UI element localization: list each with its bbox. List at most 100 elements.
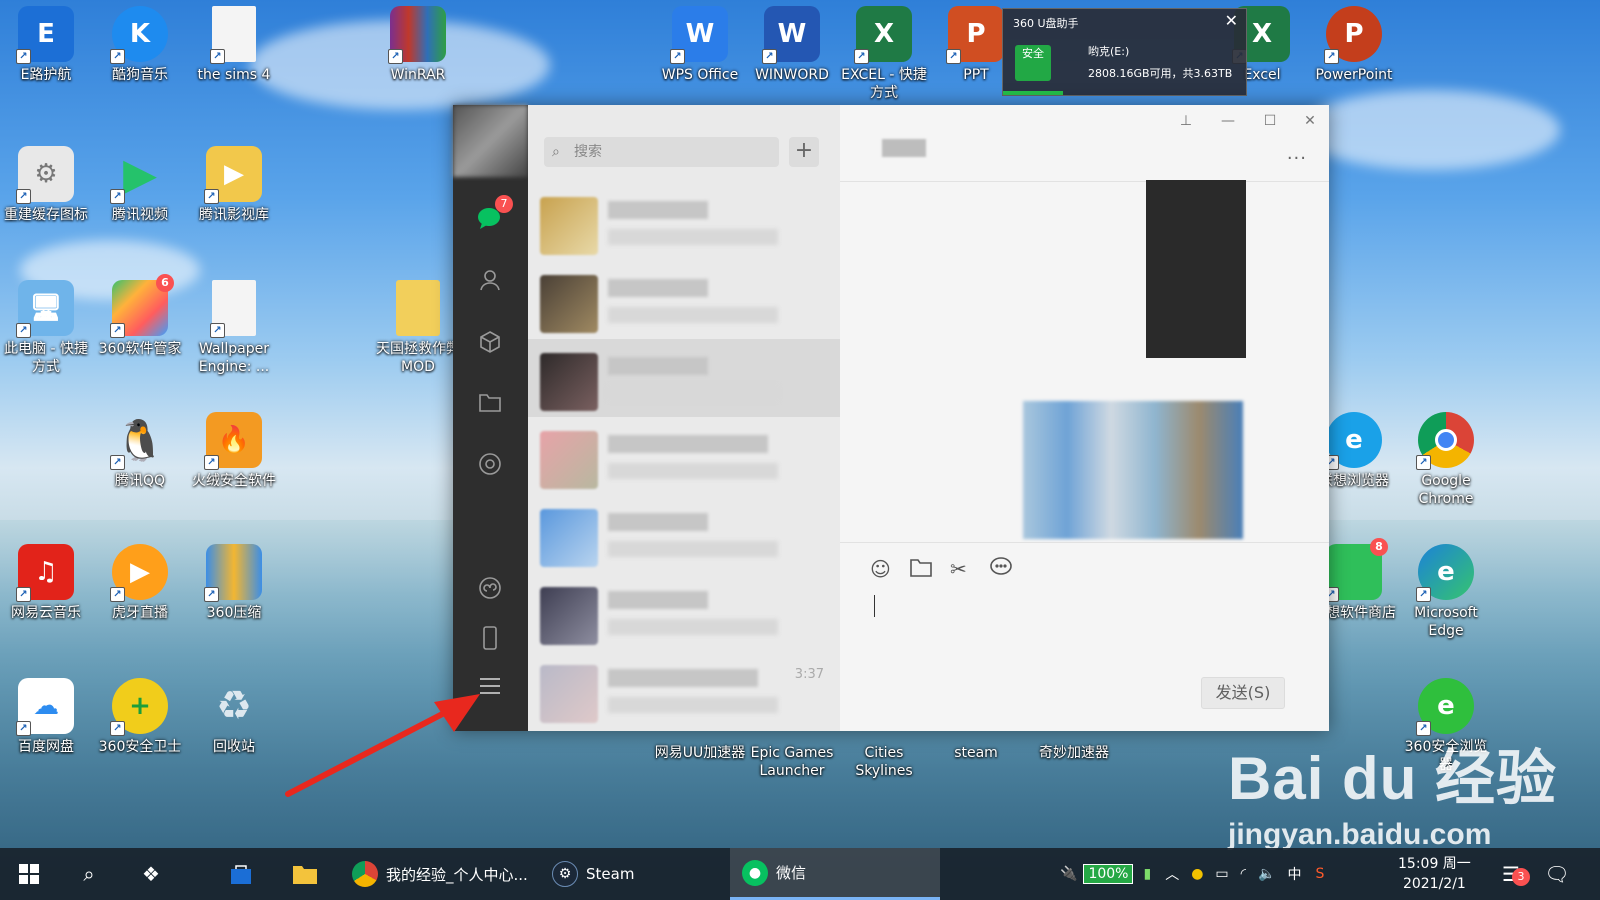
desktop-icon-qimiao[interactable]: 奇妙加速器	[1028, 740, 1120, 762]
taskbar-app-label: 微信	[776, 864, 807, 882]
wifi-icon[interactable]: ◜	[1241, 866, 1246, 882]
send-button[interactable]: 发送(S)	[1201, 677, 1285, 709]
desktop-icon-huya[interactable]: ▶ ↗ 虎牙直播	[94, 544, 186, 622]
folder-icon[interactable]	[473, 385, 507, 419]
list-item[interactable]	[528, 339, 840, 417]
notes-icon[interactable]: ☰ 3	[1494, 858, 1530, 890]
desktop-icon-360-guard[interactable]: + ↗ 360安全卫士	[94, 678, 186, 756]
desktop-icon-powerpoint[interactable]: P ↗ PowerPoint	[1308, 6, 1400, 84]
desktop-icon-qq[interactable]: 🐧 ↗ 腾讯QQ	[94, 412, 186, 490]
360-tray-icon[interactable]: ●	[1191, 866, 1203, 882]
chat-history-icon[interactable]	[990, 557, 1012, 582]
desktop-icon-wps[interactable]: W ↗ WPS Office	[654, 6, 746, 84]
close-icon[interactable]: ✕	[1225, 11, 1238, 30]
shield-icon: E ↗	[16, 6, 74, 64]
desktop-icon-edge[interactable]: e ↗ Microsoft Edge	[1400, 544, 1492, 640]
message-image[interactable]	[1146, 180, 1246, 358]
avatar[interactable]	[453, 105, 528, 177]
desktop-icon-360-software[interactable]: ↗ 6 360软件管家	[94, 274, 186, 358]
safe-label: 安全	[1022, 47, 1044, 60]
desktop-icon-uu[interactable]: 网易UU加速器	[654, 740, 746, 762]
ppt-icon: P ↗	[946, 6, 1004, 64]
drive-space: 2808.16GB可用，共3.63TB	[1088, 67, 1233, 80]
pin-icon[interactable]: ⊥	[1175, 113, 1197, 129]
desktop-icon-label: E路护航	[20, 67, 72, 83]
task-view-icon[interactable]: ❖	[134, 858, 168, 890]
desktop-icon-netease-music[interactable]: ♫ ↗ 网易云音乐	[0, 544, 92, 622]
file-icon[interactable]	[910, 557, 932, 582]
list-item[interactable]: 3:37	[528, 651, 840, 729]
file-explorer-icon[interactable]	[288, 858, 322, 890]
moments-icon[interactable]	[473, 447, 507, 481]
battery-icon[interactable]: ▮	[1143, 866, 1151, 882]
list-item[interactable]	[528, 417, 840, 495]
desktop-icon-excel-shortcut[interactable]: X ↗ EXCEL - 快捷方式	[838, 6, 930, 102]
taskbar-app-steam[interactable]: ⚙ Steam	[540, 848, 720, 900]
system-clock[interactable]: 15:09 周一 2021/2/1	[1398, 854, 1471, 894]
music-icon: ♫ ↗	[16, 544, 74, 602]
ime-indicator[interactable]: 中	[1288, 864, 1302, 884]
search-input[interactable]: ⌕ 搜索	[544, 137, 779, 167]
screenshot-icon[interactable]: ✂	[950, 557, 967, 581]
usb-notification[interactable]: 360 U盘助手 ✕ 安全 哟克(E:) 2808.16GB可用，共3.63TB	[1002, 8, 1247, 96]
add-button[interactable]: +	[789, 137, 819, 167]
desktop-icon-label: WINWORD	[755, 67, 829, 83]
plus-shield-icon: + ↗	[110, 678, 168, 736]
chrome-icon	[352, 861, 378, 887]
more-options-icon[interactable]: ...	[1287, 143, 1307, 164]
maximize-button[interactable]: ☐	[1259, 113, 1281, 129]
chat-icon[interactable]: 7	[473, 195, 513, 235]
list-item[interactable]	[528, 495, 840, 573]
desktop-icon-cities-skylines[interactable]: Cities Skylines	[838, 740, 930, 780]
desktop-icon-recycle-bin[interactable]: ♻ 回收站	[188, 678, 280, 756]
store-icon[interactable]	[224, 858, 258, 890]
battery-indicator[interactable]: 100%	[1083, 864, 1134, 884]
desktop-icon-sims[interactable]: ↗ the sims 4	[188, 6, 280, 84]
collections-icon[interactable]	[473, 325, 507, 359]
emoji-icon[interactable]: ☺	[870, 557, 891, 581]
desktop-icon-e-guard[interactable]: E ↗ E路护航	[0, 6, 92, 84]
desktop-icon-360-zip[interactable]: ↗ 360压缩	[188, 544, 280, 622]
desktop-icon-baidu-netdisk[interactable]: ☁ ↗ 百度网盘	[0, 678, 92, 756]
desktop-icon-winrar[interactable]: ↗ WinRAR	[372, 6, 464, 84]
desktop-icon-this-pc[interactable]: 🖥 ↗ 此电脑 - 快捷方式	[0, 280, 92, 376]
desktop-icon-wallpaper-engine[interactable]: ↗ Wallpaper Engine: ...	[188, 280, 280, 376]
desktop-icon-tencent-video[interactable]: ▶ ↗ 腾讯视频	[94, 146, 186, 224]
windows-start-icon[interactable]	[12, 858, 46, 890]
desktop-icon-label: 网易云音乐	[11, 605, 81, 621]
mini-program-icon[interactable]	[473, 571, 507, 605]
volume-icon[interactable]: 🔈	[1258, 866, 1275, 882]
taskbar-app-chrome[interactable]: 我的经验_个人中心...	[340, 848, 528, 900]
desktop-icon-epic[interactable]: Epic Games Launcher	[746, 740, 838, 780]
phone-icon[interactable]	[473, 621, 507, 655]
desktop-icon-kcd-mod[interactable]: 天国拯救作弊MOD	[372, 280, 464, 376]
list-item[interactable]	[528, 183, 840, 261]
minimize-button[interactable]: —	[1217, 113, 1239, 129]
action-center-icon[interactable]: 🗨	[1540, 858, 1574, 890]
list-item[interactable]	[528, 261, 840, 339]
powerpoint-icon: P ↗	[1324, 6, 1382, 64]
message-image[interactable]	[1023, 401, 1243, 539]
message-input-area[interactable]: ☺ ✂ 发送(S)	[840, 542, 1329, 731]
desktop-icon-steam[interactable]: steam	[930, 740, 1022, 762]
kugou-icon: K ↗	[110, 6, 168, 64]
browser-icon: e ↗	[1416, 678, 1474, 736]
desktop-icon-kugou[interactable]: K ↗ 酷狗音乐	[94, 6, 186, 84]
close-button[interactable]: ✕	[1299, 113, 1321, 129]
power-plug-icon[interactable]: 🔌	[1060, 866, 1077, 882]
contacts-icon[interactable]	[473, 263, 507, 297]
desktop-icon-label: 天国拯救作弊MOD	[376, 341, 460, 375]
sogou-ime-icon[interactable]: S	[1316, 866, 1325, 882]
list-item[interactable]	[528, 573, 840, 651]
desktop-icon-tencent-library[interactable]: ▶ ↗ 腾讯影视库	[188, 146, 280, 224]
desktop-icon-winword[interactable]: W ↗ WINWORD	[746, 6, 838, 84]
desktop-icon-rebuild-cache[interactable]: ⚙ ↗ 重建缓存图标	[0, 146, 92, 224]
search-icon[interactable]: ⌕	[72, 858, 106, 890]
desktop-icon-label: 虎牙直播	[112, 605, 168, 621]
drive-icon[interactable]: ▭	[1215, 866, 1228, 882]
desktop-icon-label: steam	[954, 745, 998, 761]
desktop-icon-chrome[interactable]: ↗ Google Chrome	[1400, 412, 1492, 508]
desktop-icon-huorong[interactable]: 🔥 ↗ 火绒安全软件	[188, 412, 280, 490]
taskbar-app-wechat[interactable]: ● 微信	[730, 848, 940, 900]
chevron-up-icon[interactable]: ︿	[1165, 864, 1179, 884]
